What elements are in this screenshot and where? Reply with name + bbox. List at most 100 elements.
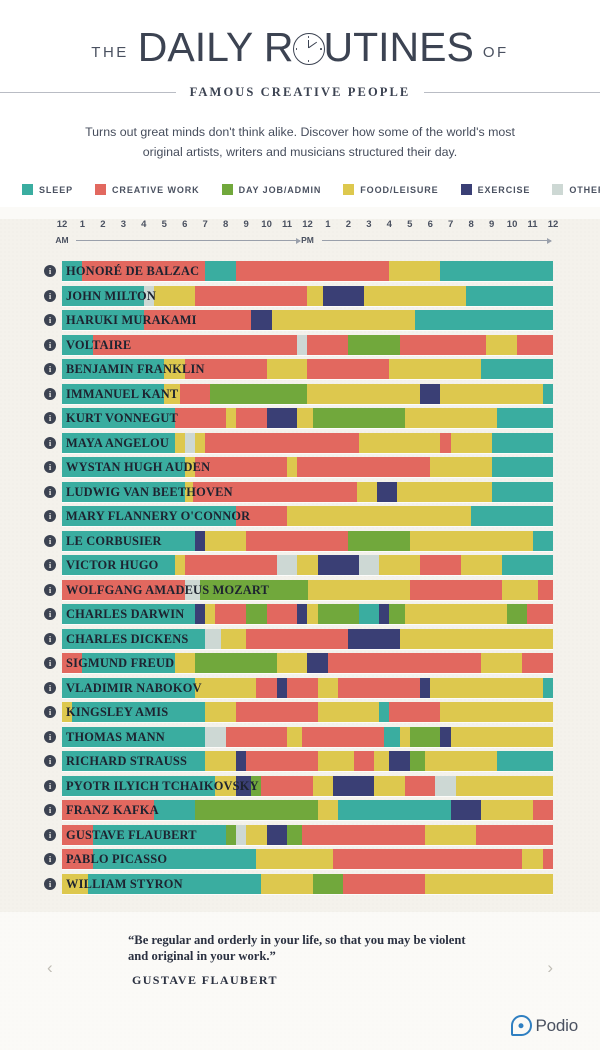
info-icon[interactable]: i (44, 681, 56, 694)
routine-row[interactable]: i MARY FLANNERY O'CONNOR (0, 506, 600, 526)
routine-segment-food (271, 310, 415, 330)
axis-arrow-am (76, 237, 300, 244)
podio-logo[interactable]: Podio (510, 1015, 578, 1036)
next-quote-button[interactable]: › (547, 958, 553, 978)
routine-row[interactable]: i RICHARD STRAUSS (0, 751, 600, 771)
info-icon[interactable]: i (44, 265, 56, 277)
axis-tick-17: 5 (407, 219, 413, 230)
info-icon[interactable]: i (44, 534, 56, 547)
legend-item-exercise[interactable]: EXERCISE (460, 184, 531, 195)
routine-bar[interactable] (62, 457, 553, 477)
routine-bar[interactable] (62, 775, 553, 796)
routine-row[interactable]: i LUDWIG VAN BEETHOVEN (0, 481, 600, 502)
routine-segment-exercise (322, 285, 364, 306)
legend-item-creative[interactable]: CREATIVE WORK (95, 184, 200, 195)
routine-row[interactable]: i GUSTAVE FLAUBERT (0, 824, 600, 845)
routine-row[interactable]: i JOHN MILTON (0, 285, 600, 306)
routine-bar[interactable] (62, 800, 553, 820)
routine-row[interactable]: i SIGMUND FREUD (0, 653, 600, 673)
routine-bar[interactable] (62, 849, 553, 869)
routine-row[interactable]: i WILLIAM STYRON (0, 873, 600, 894)
info-icon[interactable]: i (44, 387, 56, 400)
routine-bar[interactable] (62, 604, 553, 624)
routine-row[interactable]: i WYSTAN HUGH AUDEN (0, 457, 600, 477)
routine-bar[interactable] (62, 310, 553, 330)
routine-row[interactable]: i PABLO PICASSO (0, 849, 600, 869)
routine-bar[interactable] (62, 873, 553, 894)
routine-bar[interactable] (62, 751, 553, 771)
routine-row[interactable]: i LE CORBUSIER (0, 530, 600, 551)
info-icon[interactable]: i (44, 485, 56, 498)
info-icon[interactable]: i (44, 706, 56, 718)
routine-row[interactable]: i PYOTR ILYICH TCHAIKOVSKY (0, 775, 600, 796)
routine-bar[interactable] (62, 677, 553, 698)
info-icon[interactable]: i (44, 510, 56, 522)
routine-row[interactable]: i HARUKI MURAKAMI (0, 310, 600, 330)
info-icon[interactable]: i (44, 730, 56, 743)
info-icon[interactable]: i (44, 877, 56, 890)
routine-bar[interactable] (62, 530, 553, 551)
routine-row[interactable]: i VICTOR HUGO (0, 555, 600, 575)
routine-row[interactable]: i KURT VONNEGUT (0, 408, 600, 428)
routine-row[interactable]: i CHARLES DICKENS (0, 628, 600, 649)
info-icon[interactable]: i (44, 608, 56, 620)
routine-segment-creative (174, 408, 226, 428)
routine-bar[interactable] (62, 506, 553, 526)
routine-bar[interactable] (62, 653, 553, 673)
routine-row[interactable]: i MAYA ANGELOU (0, 432, 600, 453)
routine-row[interactable]: i CHARLES DARWIN (0, 604, 600, 624)
routine-bar[interactable] (62, 824, 553, 845)
legend-item-other[interactable]: OTHER (552, 184, 600, 195)
info-icon[interactable]: i (44, 412, 56, 424)
routine-row[interactable]: i HONORÉ DE BALZAC (0, 261, 600, 281)
routine-bar[interactable] (62, 432, 553, 453)
info-icon[interactable]: i (44, 436, 56, 449)
routine-bar[interactable] (62, 579, 553, 600)
routine-row[interactable]: i FRANZ KAFKA (0, 800, 600, 820)
routine-row[interactable]: i IMMANUEL KANT (0, 383, 600, 404)
info-icon[interactable]: i (44, 853, 56, 865)
info-icon[interactable]: i (44, 559, 56, 571)
info-icon[interactable]: i (44, 363, 56, 375)
routine-segment-food (440, 383, 543, 404)
info-icon[interactable]: i (44, 779, 56, 792)
routine-bar[interactable] (62, 383, 553, 404)
routine-segment-creative (225, 726, 288, 747)
routine-row[interactable]: i BENJAMIN FRANKLIN (0, 359, 600, 379)
info-icon[interactable]: i (44, 583, 56, 596)
routine-segment-food (164, 383, 180, 404)
routine-row[interactable]: i WOLFGANG AMADEUS MOZART (0, 579, 600, 600)
routine-segment-creative (302, 726, 385, 747)
routine-bar[interactable] (62, 481, 553, 502)
info-icon[interactable]: i (44, 314, 56, 326)
routine-bar[interactable] (62, 555, 553, 575)
routine-segment-food (184, 481, 193, 502)
prev-quote-button[interactable]: ‹ (47, 958, 53, 978)
info-icon[interactable]: i (44, 632, 56, 645)
info-icon[interactable]: i (44, 461, 56, 473)
routine-bar[interactable] (62, 702, 553, 722)
routine-bar[interactable] (62, 628, 553, 649)
routine-segment-food (501, 579, 538, 600)
info-icon[interactable]: i (44, 828, 56, 841)
info-icon[interactable]: i (44, 289, 56, 302)
info-icon[interactable]: i (44, 755, 56, 767)
info-icon[interactable]: i (44, 338, 56, 351)
legend-item-food[interactable]: FOOD/LEISURE (343, 184, 438, 195)
routine-bar[interactable] (62, 726, 553, 747)
legend-label-sleep: SLEEP (39, 184, 74, 195)
routine-row[interactable]: i VOLTAIRE (0, 334, 600, 355)
legend-item-dayjob[interactable]: DAY JOB/ADMIN (221, 184, 322, 195)
routine-row[interactable]: i VLADIMIR NABOKOV (0, 677, 600, 698)
routine-bar[interactable] (62, 334, 553, 355)
info-icon[interactable]: i (44, 804, 56, 816)
routine-row[interactable]: i THOMAS MANN (0, 726, 600, 747)
routine-segment-sleep (62, 604, 195, 624)
routine-row[interactable]: i KINGSLEY AMIS (0, 702, 600, 722)
info-icon[interactable]: i (44, 657, 56, 669)
legend-item-sleep[interactable]: SLEEP (22, 184, 73, 195)
routine-bar[interactable] (62, 285, 553, 306)
routine-bar[interactable] (62, 408, 553, 428)
routine-bar[interactable] (62, 261, 553, 281)
routine-bar[interactable] (62, 359, 553, 379)
